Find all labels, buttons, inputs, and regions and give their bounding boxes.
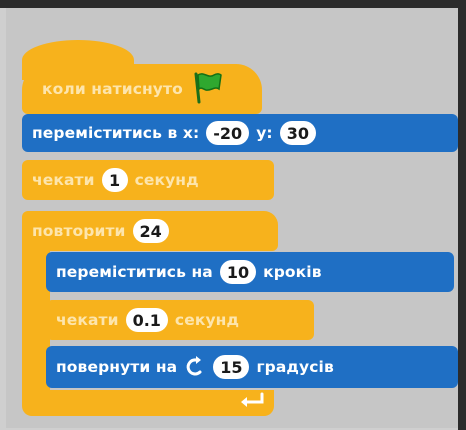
window-right-edge (458, 0, 466, 430)
move-steps-input[interactable]: 10 (219, 260, 257, 284)
wait-value-input-2[interactable]: 0.1 (125, 308, 168, 332)
move-steps-block[interactable]: переміститись на 10 кроків (46, 252, 454, 292)
wait-label: чекати (32, 171, 95, 189)
wait-unit-label: секунд (134, 171, 199, 189)
y-value-input[interactable]: 30 (279, 121, 316, 145)
repeat-block-bottom (22, 390, 274, 416)
move-unit-label: кроків (263, 263, 322, 281)
goto-xy-label: переміститись в x: (32, 124, 200, 142)
wait-seconds-block[interactable]: чекати 1 секунд (22, 160, 274, 200)
wait-value-input[interactable]: 1 (101, 168, 128, 192)
window-top-edge (0, 0, 466, 8)
when-clicked-label: коли натиснуто (42, 80, 183, 98)
wait-seconds-block-2[interactable]: чекати 0.1 секунд (46, 300, 314, 340)
turn-label: повернути на (56, 358, 178, 376)
repeat-count-input[interactable]: 24 (132, 219, 169, 243)
x-value-input[interactable]: -20 (206, 121, 250, 145)
goto-xy-block[interactable]: переміститись в x: -20 y: 30 (22, 114, 458, 152)
move-label: переміститись на (56, 263, 213, 281)
script-canvas: коли натиснуто переміститись в x: -20 y:… (6, 8, 458, 428)
green-flag-icon (190, 70, 224, 108)
turn-unit-label: градусів (256, 358, 334, 376)
wait-unit-label-2: секунд (174, 311, 240, 329)
turn-left-block[interactable]: повернути на 15 градусів (46, 346, 458, 388)
repeat-label: повторити (32, 222, 126, 240)
when-flag-clicked-block[interactable]: коли натиснуто (22, 64, 262, 114)
y-label: y: (256, 124, 273, 142)
rotate-left-icon (184, 355, 206, 379)
wait-label-2: чекати (56, 311, 119, 329)
return-arrow-icon (238, 392, 268, 414)
turn-degrees-input[interactable]: 15 (213, 355, 250, 379)
repeat-block[interactable]: повторити 24 (22, 211, 278, 251)
